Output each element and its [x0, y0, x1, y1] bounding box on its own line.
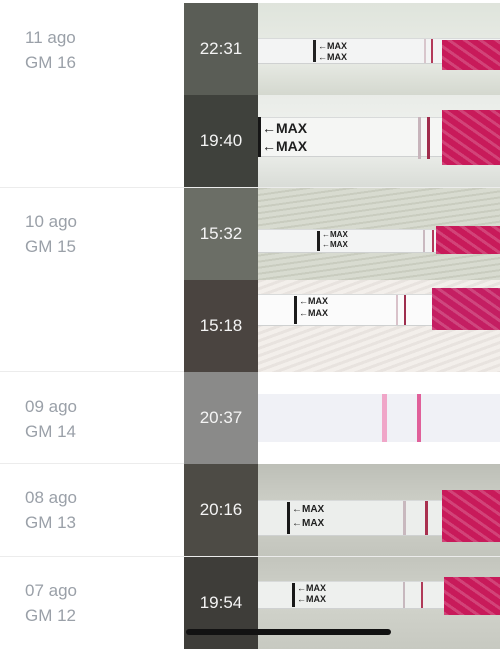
- entry-time: 20:16: [184, 464, 258, 556]
- cycle-day-text: GM 14: [25, 422, 77, 441]
- test-entry[interactable]: 20:37: [184, 372, 500, 464]
- test-entry[interactable]: 20:16 ←MAX ←MAX: [184, 464, 500, 556]
- max-label: ←MAX: [322, 230, 348, 239]
- entry-time: 20:37: [184, 372, 258, 464]
- max-label: ←MAX: [318, 52, 347, 62]
- ovulation-test-strip-photo[interactable]: ←MAX ←MAX: [258, 557, 500, 649]
- date-label: 10 ago GM 15: [25, 209, 77, 259]
- max-label: ←MAX: [262, 120, 308, 136]
- test-entry[interactable]: 15:32 ←MAX ←MAX: [184, 188, 500, 280]
- date-label: 07 ago GM 12: [25, 578, 77, 628]
- day-group: 08 ago GM 13 20:16 ←MAX ←MAX: [0, 464, 500, 557]
- date-column: 10 ago GM 15: [0, 188, 184, 371]
- date-column: 11 ago GM 16: [0, 0, 184, 187]
- cycle-day-text: GM 16: [25, 53, 77, 72]
- max-label: ←MAX: [262, 138, 308, 154]
- day-text: 09 ago: [25, 397, 77, 416]
- max-label: ←MAX: [292, 504, 325, 515]
- day-group: 09 ago GM 14 20:37: [0, 372, 500, 464]
- entry-time: 19:40: [184, 95, 258, 187]
- max-label: ←MAX: [297, 583, 326, 593]
- day-text: 10 ago: [25, 212, 77, 231]
- entry-time: 15:32: [184, 188, 258, 280]
- ovulation-test-strip-photo[interactable]: ←MAX ←MAX: [258, 3, 500, 95]
- test-entry[interactable]: 19:54 ←MAX ←MAX: [184, 557, 500, 649]
- test-entry[interactable]: 15:18 ←MAX ←MAX: [184, 280, 500, 372]
- max-label: ←MAX: [299, 296, 328, 306]
- date-label: 09 ago GM 14: [25, 394, 77, 444]
- home-indicator[interactable]: [186, 629, 391, 635]
- ovulation-test-strip-photo[interactable]: ←MAX ←MAX: [258, 464, 500, 556]
- cycle-day-text: GM 15: [25, 237, 77, 256]
- day-group: 11 ago GM 16 22:31 ←MAX ←MAX 19:40 ←MAX: [0, 0, 500, 188]
- max-label: ←MAX: [297, 594, 326, 604]
- day-group: 07 ago GM 12 19:54 ←MAX ←MAX: [0, 557, 500, 650]
- ovulation-test-strip-photo[interactable]: ←MAX ←MAX: [258, 188, 500, 280]
- ovulation-test-strip-photo[interactable]: ←MAX ←MAX: [258, 95, 500, 187]
- test-log-list: 11 ago GM 16 22:31 ←MAX ←MAX 19:40 ←MAX: [0, 0, 500, 650]
- date-column: 07 ago GM 12: [0, 557, 184, 650]
- day-text: 07 ago: [25, 581, 77, 600]
- max-label: ←MAX: [318, 41, 347, 51]
- cycle-day-text: GM 12: [25, 606, 77, 625]
- test-entry[interactable]: 19:40 ←MAX ←MAX: [184, 95, 500, 187]
- test-entry[interactable]: 22:31 ←MAX ←MAX: [184, 3, 500, 95]
- ovulation-test-strip-result[interactable]: [258, 372, 500, 464]
- date-label: 08 ago GM 13: [25, 485, 77, 535]
- max-label: ←MAX: [299, 308, 328, 318]
- date-column: 09 ago GM 14: [0, 372, 184, 463]
- date-column: 08 ago GM 13: [0, 464, 184, 556]
- entry-time: 15:18: [184, 280, 258, 372]
- day-text: 08 ago: [25, 488, 77, 507]
- cycle-day-text: GM 13: [25, 513, 77, 532]
- entry-time: 22:31: [184, 3, 258, 95]
- date-label: 11 ago GM 16: [25, 25, 76, 75]
- entry-time: 19:54: [184, 557, 258, 649]
- day-text: 11 ago: [25, 28, 76, 47]
- ovulation-test-strip-photo[interactable]: ←MAX ←MAX: [258, 280, 500, 372]
- day-group: 10 ago GM 15 15:32 ←MAX ←MAX 15:18 ←MAX: [0, 188, 500, 372]
- max-label: ←MAX: [322, 240, 348, 249]
- max-label: ←MAX: [292, 518, 325, 529]
